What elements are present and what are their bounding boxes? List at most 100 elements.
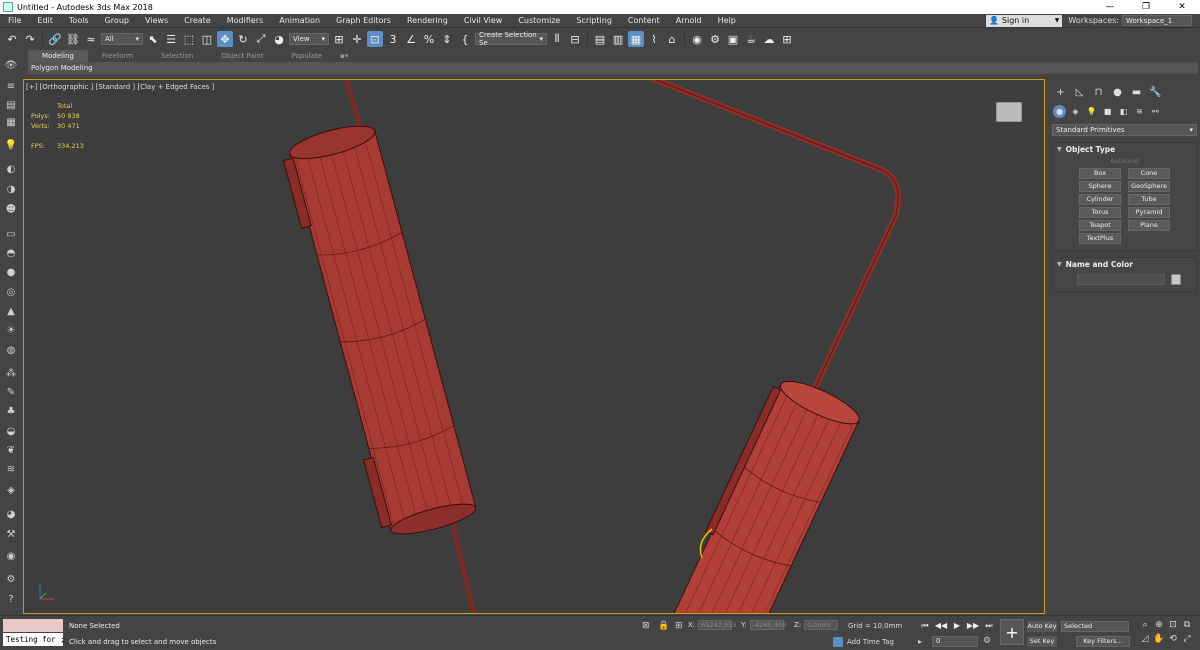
scene-explorer-icon[interactable]: ≡ <box>4 79 18 93</box>
menu-group[interactable]: Group <box>97 16 137 25</box>
teapot-button[interactable]: Teapot <box>1079 220 1121 231</box>
absolute-mode-icon[interactable]: ⊞ <box>675 621 683 631</box>
menu-edit[interactable]: Edit <box>29 16 61 25</box>
rectangular-selection-icon[interactable]: ⬚ <box>181 31 197 47</box>
maxscript-mini-listener[interactable]: Testing for ; <box>3 633 63 646</box>
layer-explorer-icon[interactable]: ▥ <box>610 31 626 47</box>
zoom-all-icon[interactable]: ⊕ <box>1152 620 1166 630</box>
play-icon[interactable]: ▶ <box>950 620 964 631</box>
align-icon[interactable]: ⊟ <box>567 31 583 47</box>
circle-icon[interactable]: ◍ <box>4 343 18 357</box>
menu-views[interactable]: Views <box>137 16 176 25</box>
reference-coord-dropdown[interactable]: View ▾ <box>289 33 329 45</box>
cone-button[interactable]: Cone <box>1128 168 1170 179</box>
manipulate-icon[interactable]: ✛ <box>349 31 365 47</box>
particles-icon[interactable]: ⁂ <box>4 366 18 380</box>
zoom-extents-icon[interactable]: ⊡ <box>1166 620 1180 630</box>
space-warps-icon[interactable]: ≋ <box>1133 105 1146 118</box>
helper-icon[interactable]: ☻ <box>4 202 18 216</box>
menu-rendering[interactable]: Rendering <box>399 16 456 25</box>
tools-icon[interactable]: ⚒ <box>4 527 18 541</box>
light-bulb-icon[interactable]: 💡 <box>4 138 18 152</box>
unlink-icon[interactable]: ⛓ <box>65 31 81 47</box>
plane-button[interactable]: Plane <box>1128 220 1170 231</box>
leaf-icon[interactable]: ❦ <box>4 443 18 457</box>
minimize-button[interactable]: — <box>1092 2 1128 12</box>
hierarchy-tab-icon[interactable]: ⊓ <box>1091 85 1106 99</box>
render-production-icon[interactable]: ☕ <box>743 31 759 47</box>
set-keys-button[interactable]: + <box>1000 619 1024 645</box>
isolate-selection-icon[interactable]: ⊠ <box>642 621 650 631</box>
menu-file[interactable]: File <box>0 16 29 25</box>
viewport-layout-icon[interactable]: 👁 <box>4 58 18 72</box>
pyramid-button[interactable]: Pyramid <box>1128 207 1170 218</box>
globe-icon[interactable]: ◒ <box>4 424 18 438</box>
dome-icon[interactable]: ◓ <box>4 246 18 260</box>
select-and-scale-icon[interactable]: ⤢ <box>253 31 269 47</box>
field-of-view-icon[interactable]: ◿ <box>1138 634 1152 644</box>
go-to-start-icon[interactable]: ⏮ <box>918 620 932 631</box>
rendered-frame-window-icon[interactable]: ▣ <box>725 31 741 47</box>
select-by-name-icon[interactable]: ☰ <box>163 31 179 47</box>
sphere-blue-icon[interactable]: ◉ <box>4 549 18 563</box>
sphere-button[interactable]: Sphere <box>1079 181 1121 192</box>
add-time-tag-button[interactable]: Add Time Tag <box>833 637 894 647</box>
geosphere-button[interactable]: GeoSphere <box>1128 181 1170 192</box>
auto-key-button[interactable]: Auto Key <box>1027 621 1057 632</box>
cameras-icon[interactable]: ■ <box>1101 105 1114 118</box>
mirror-icon[interactable]: ⫴ <box>549 31 565 47</box>
display-icon[interactable]: ▦ <box>4 115 18 129</box>
object-color-swatch[interactable] <box>1171 274 1181 285</box>
toggle-ribbon-icon[interactable]: ▦ <box>628 31 644 47</box>
lock-selection-icon[interactable]: 🔒 <box>658 621 669 631</box>
cylinder-button[interactable]: Cylinder <box>1079 194 1121 205</box>
material-editor-icon[interactable]: ◉ <box>689 31 705 47</box>
a360-gallery-icon[interactable]: ⊞ <box>779 31 795 47</box>
select-and-place-icon[interactable]: ◕ <box>271 31 287 47</box>
rock-icon[interactable]: ◈ <box>4 483 18 497</box>
menu-civil-view[interactable]: Civil View <box>456 16 511 25</box>
tube-button[interactable]: Tube <box>1128 194 1170 205</box>
workspace-dropdown[interactable]: Workspace_1 <box>1122 15 1192 26</box>
snap-toggle-icon[interactable]: 3 <box>385 31 401 47</box>
angle-snap-icon[interactable]: ∠ <box>403 31 419 47</box>
tab-modeling[interactable]: Modeling <box>28 50 88 62</box>
selection-filter-dropdown[interactable]: All ▾ <box>101 33 143 45</box>
modify-tab-icon[interactable]: ◺ <box>1072 85 1087 99</box>
geometry-icon[interactable]: ● <box>1053 105 1066 118</box>
sound-icon[interactable]: ◑ <box>4 182 18 196</box>
tree-icon[interactable]: ♣ <box>4 404 18 418</box>
maximize-viewport-icon[interactable]: ⤢ <box>1180 634 1194 644</box>
menu-customize[interactable]: Customize <box>510 16 568 25</box>
named-selection-dropdown[interactable]: Create Selection Se ▾ <box>475 31 547 47</box>
edit-named-selection-icon[interactable]: { <box>457 31 473 47</box>
zoom-extents-all-icon[interactable]: ⧉ <box>1180 620 1194 630</box>
menu-scripting[interactable]: Scripting <box>568 16 620 25</box>
layer-icon[interactable]: ▤ <box>4 98 18 112</box>
percent-snap-icon[interactable]: % <box>421 31 437 47</box>
sun-icon[interactable]: ☀ <box>4 323 18 337</box>
select-and-move-icon[interactable]: ✥ <box>217 31 233 47</box>
set-key-button[interactable]: Set Key <box>1027 636 1057 647</box>
settings-icon[interactable]: ⚙ <box>4 572 18 586</box>
torus-button[interactable]: Torus <box>1079 207 1121 218</box>
motion-tab-icon[interactable]: ● <box>1110 85 1125 99</box>
tab-freeform[interactable]: Freeform <box>88 50 147 62</box>
z-field[interactable]: 0,0mm <box>804 620 839 630</box>
utilities-tab-icon[interactable]: 🔧 <box>1148 85 1163 99</box>
object-type-header[interactable]: ▼ Object Type <box>1053 143 1196 155</box>
x-field[interactable]: 65247,953 <box>698 620 736 630</box>
box-primitive-icon[interactable]: ▭ <box>4 227 18 241</box>
create-tab-icon[interactable]: + <box>1053 85 1068 99</box>
undo-icon[interactable]: ↶ <box>4 31 20 47</box>
key-filters-button[interactable]: Key Filters... <box>1076 636 1130 647</box>
go-to-end-icon[interactable]: ⏭ <box>982 620 996 631</box>
ribbon-options-icon[interactable]: ▪▾ <box>336 50 352 62</box>
sphere-icon[interactable]: ● <box>4 265 18 279</box>
tab-populate[interactable]: Populate <box>278 50 336 62</box>
menu-tools[interactable]: Tools <box>61 16 97 25</box>
sign-in-button[interactable]: 👤 Sign in ▼ <box>986 14 1063 27</box>
lights-icon[interactable]: 💡 <box>1085 105 1098 118</box>
systems-icon[interactable]: ⚯ <box>1149 105 1162 118</box>
primitive-category-dropdown[interactable]: Standard Primitives ▾ <box>1052 124 1197 136</box>
